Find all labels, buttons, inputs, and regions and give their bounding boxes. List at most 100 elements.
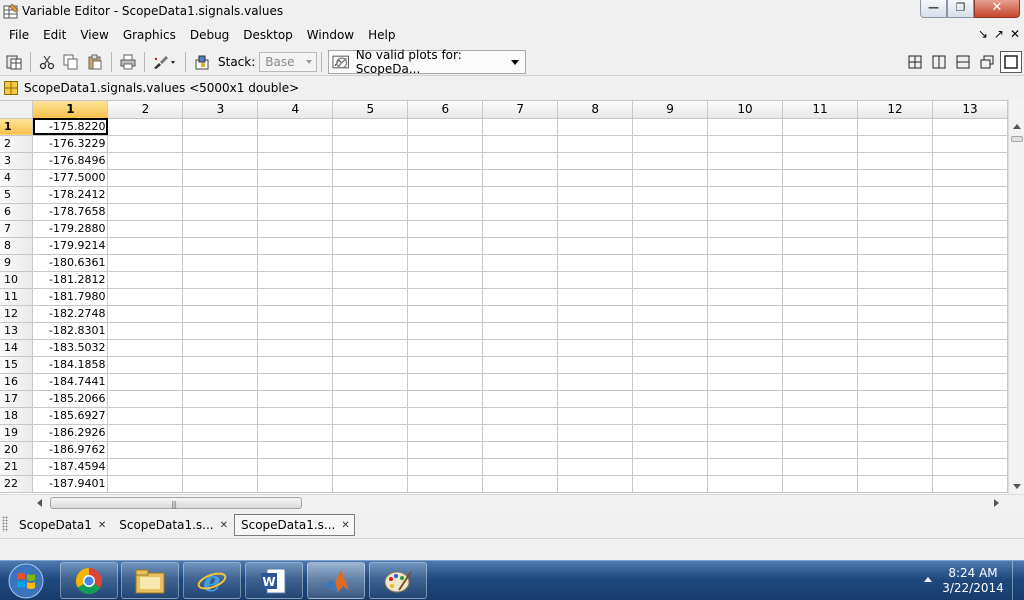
empty-cell[interactable] [107, 373, 184, 391]
empty-cell[interactable] [932, 220, 1008, 238]
empty-cell[interactable] [632, 305, 709, 323]
empty-cell[interactable] [482, 458, 559, 476]
data-cell[interactable]: -185.2066 [32, 390, 109, 408]
empty-cell[interactable] [782, 135, 858, 153]
empty-cell[interactable] [182, 237, 259, 255]
empty-cell[interactable] [557, 186, 634, 204]
empty-cell[interactable] [632, 373, 709, 391]
empty-cell[interactable] [257, 203, 334, 221]
empty-cell[interactable] [782, 390, 858, 408]
empty-cell[interactable] [632, 407, 709, 425]
float-layout-button[interactable] [976, 51, 998, 73]
empty-cell[interactable] [182, 441, 259, 459]
empty-cell[interactable] [782, 237, 858, 255]
empty-cell[interactable] [632, 441, 709, 459]
empty-cell[interactable] [482, 254, 559, 272]
empty-cell[interactable] [482, 118, 559, 136]
grid-corner[interactable] [0, 101, 34, 119]
empty-cell[interactable] [707, 390, 784, 408]
empty-cell[interactable] [482, 203, 559, 221]
empty-cell[interactable] [557, 475, 634, 493]
empty-cell[interactable] [557, 220, 634, 238]
grip-icon[interactable] [2, 516, 8, 532]
data-cell[interactable]: -185.6927 [32, 407, 109, 425]
empty-cell[interactable] [707, 169, 784, 187]
print-button[interactable] [117, 51, 139, 73]
empty-cell[interactable] [332, 220, 409, 238]
empty-cell[interactable] [632, 475, 709, 493]
variable-grid[interactable]: 1 2 3 4 5 6 7 8 9 10 11 12 13 1 -175.8220 2 -176.3229 3-… [0, 100, 1008, 494]
empty-cell[interactable] [407, 288, 484, 306]
row-header[interactable]: 3 [0, 152, 34, 170]
menu-desktop[interactable]: Desktop [236, 25, 300, 45]
empty-cell[interactable] [782, 441, 858, 459]
empty-cell[interactable] [182, 271, 259, 289]
empty-cell[interactable] [482, 475, 559, 493]
row-header[interactable]: 1 [0, 118, 34, 136]
empty-cell[interactable] [107, 322, 184, 340]
empty-cell[interactable] [782, 322, 858, 340]
scroll-up-icon[interactable] [1013, 124, 1021, 129]
column-header[interactable]: 4 [257, 101, 334, 119]
empty-cell[interactable] [932, 373, 1008, 391]
menu-graphics[interactable]: Graphics [116, 25, 183, 45]
empty-cell[interactable] [407, 305, 484, 323]
scroll-down-icon[interactable] [1013, 484, 1021, 489]
data-cell[interactable]: -175.8220 [32, 118, 109, 136]
empty-cell[interactable] [407, 356, 484, 374]
column-header[interactable]: 9 [632, 101, 709, 119]
empty-cell[interactable] [332, 441, 409, 459]
empty-cell[interactable] [857, 390, 933, 408]
empty-cell[interactable] [932, 424, 1008, 442]
empty-cell[interactable] [482, 220, 559, 238]
row-header[interactable]: 10 [0, 271, 34, 289]
taskbar-matlab[interactable] [307, 562, 365, 599]
empty-cell[interactable] [632, 424, 709, 442]
empty-cell[interactable] [257, 339, 334, 357]
empty-cell[interactable] [482, 186, 559, 204]
column-header[interactable]: 5 [332, 101, 409, 119]
row-header[interactable]: 18 [0, 407, 34, 425]
empty-cell[interactable] [632, 271, 709, 289]
empty-cell[interactable] [407, 424, 484, 442]
empty-cell[interactable] [707, 288, 784, 306]
empty-cell[interactable] [407, 322, 484, 340]
empty-cell[interactable] [632, 356, 709, 374]
row-header[interactable]: 19 [0, 424, 34, 442]
empty-cell[interactable] [257, 271, 334, 289]
empty-cell[interactable] [332, 271, 409, 289]
left-right-layout-button[interactable] [928, 51, 950, 73]
empty-cell[interactable] [782, 254, 858, 272]
empty-cell[interactable] [107, 441, 184, 459]
empty-cell[interactable] [482, 305, 559, 323]
empty-cell[interactable] [107, 356, 184, 374]
empty-cell[interactable] [857, 152, 933, 170]
empty-cell[interactable] [857, 254, 933, 272]
data-cell[interactable]: -182.8301 [32, 322, 109, 340]
empty-cell[interactable] [407, 186, 484, 204]
empty-cell[interactable] [857, 135, 933, 153]
empty-cell[interactable] [707, 407, 784, 425]
empty-cell[interactable] [182, 475, 259, 493]
show-desktop-button[interactable] [1012, 561, 1024, 600]
empty-cell[interactable] [932, 305, 1008, 323]
empty-cell[interactable] [482, 271, 559, 289]
row-header[interactable]: 16 [0, 373, 34, 391]
menu-window[interactable]: Window [300, 25, 361, 45]
data-cell[interactable]: -178.2412 [32, 186, 109, 204]
empty-cell[interactable] [857, 373, 933, 391]
data-cell[interactable]: -181.2812 [32, 271, 109, 289]
empty-cell[interactable] [707, 203, 784, 221]
empty-cell[interactable] [557, 339, 634, 357]
data-cell[interactable]: -179.2880 [32, 220, 109, 238]
empty-cell[interactable] [557, 135, 634, 153]
empty-cell[interactable] [182, 390, 259, 408]
empty-cell[interactable] [482, 135, 559, 153]
empty-cell[interactable] [557, 356, 634, 374]
data-cell[interactable]: -186.9762 [32, 441, 109, 459]
empty-cell[interactable] [782, 186, 858, 204]
empty-cell[interactable] [932, 237, 1008, 255]
empty-cell[interactable] [332, 458, 409, 476]
empty-cell[interactable] [107, 475, 184, 493]
empty-cell[interactable] [332, 237, 409, 255]
